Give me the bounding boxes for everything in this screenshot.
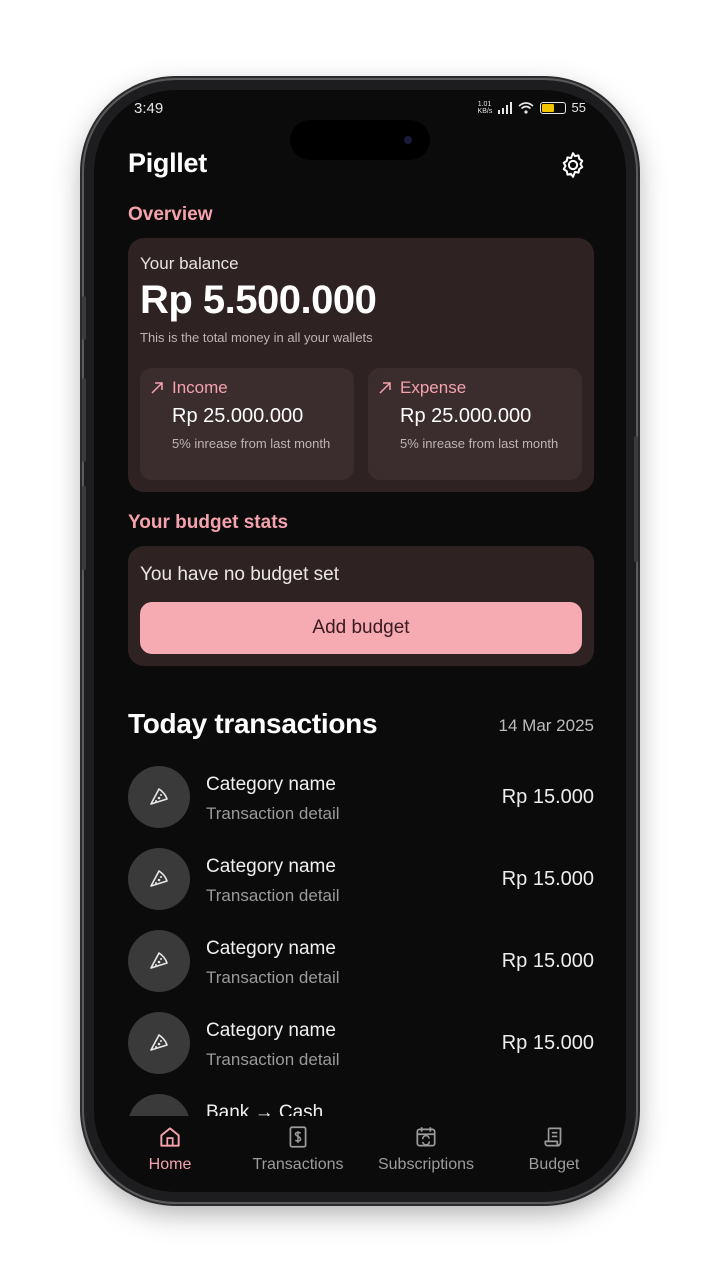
nav-label-budget: Budget (528, 1156, 580, 1173)
arrow-up-right-icon (379, 382, 391, 394)
balance-value: Rp 5.500.000 (140, 278, 377, 322)
transaction-amount: Rp 15.000 (501, 786, 594, 808)
app-screen: 3:49 1.01 KB/s 55 Pigllet Overview Your … (94, 90, 626, 1192)
income-note: 5% inrease from last month (172, 436, 331, 451)
transaction-list[interactable]: Category name Transaction detail Rp 15.0… (94, 766, 626, 1116)
transaction-row[interactable]: Bank → Cash (128, 1094, 594, 1116)
transaction-category: Category name (206, 856, 336, 877)
budget-card: You have no budget set Add budget (128, 546, 594, 666)
nav-label-subscriptions: Subscriptions (377, 1156, 475, 1173)
nav-label-transactions: Transactions (252, 1156, 344, 1173)
expense-note: 5% inrease from last month (400, 436, 559, 451)
expense-value: Rp 25.000.000 (400, 405, 532, 427)
receipt-dollar-icon (289, 1126, 307, 1148)
income-label: Income (172, 378, 228, 397)
gear-icon[interactable] (558, 150, 588, 180)
pizza-icon (150, 1034, 168, 1051)
signal-icon (497, 101, 512, 114)
nav-budget[interactable]: Budget (488, 1124, 620, 1174)
expense-label: Expense (400, 378, 467, 397)
transaction-row[interactable]: Category name Transaction detail Rp 15.0… (128, 766, 594, 830)
status-time: 3:49 (134, 100, 164, 117)
today-date: 14 Mar 2025 (498, 716, 594, 735)
nav-transactions[interactable]: Transactions (232, 1124, 364, 1174)
network-speed: 1.01 KB/s (477, 100, 493, 115)
transaction-amount: Rp 15.000 (501, 1032, 594, 1054)
status-indicators: 1.01 KB/s 55 (478, 100, 586, 115)
scroll-icon (544, 1127, 562, 1147)
home-icon (160, 1127, 180, 1147)
income-card[interactable]: Income Rp 25.000.000 5% inrease from las… (140, 368, 354, 480)
expense-card[interactable]: Expense Rp 25.000.000 5% inrease from la… (368, 368, 582, 480)
balance-note: This is the total money in all your wall… (140, 330, 373, 345)
side-button-volume-up (82, 378, 86, 462)
side-button-volume-down (82, 486, 86, 570)
transaction-category: Category name (206, 1020, 336, 1041)
nav-home[interactable]: Home (104, 1124, 236, 1174)
battery-icon (539, 101, 566, 114)
nav-label-home: Home (148, 1156, 192, 1173)
transaction-detail: Transaction detail (206, 1050, 340, 1069)
add-budget-button[interactable]: Add budget (140, 602, 582, 654)
budget-stats-label: Your budget stats (128, 512, 289, 533)
side-button-power (634, 436, 638, 562)
arrow-up-right-icon (151, 382, 163, 394)
balance-card: Your balance Rp 5.500.000 This is the to… (128, 238, 594, 492)
battery-level: 55 (571, 100, 586, 115)
pizza-icon (150, 952, 168, 969)
transaction-row[interactable]: Category name Transaction detail Rp 15.0… (128, 848, 594, 912)
calendar-repeat-icon (416, 1127, 436, 1147)
transaction-category: Bank → Cash (206, 1102, 324, 1116)
income-value: Rp 25.000.000 (172, 405, 304, 427)
wifi-icon (518, 101, 534, 114)
balance-label: Your balance (140, 254, 239, 273)
transaction-category: Category name (206, 774, 336, 795)
side-button-action (82, 296, 86, 340)
pizza-icon (150, 788, 168, 805)
transaction-row[interactable]: Category name Transaction detail Rp 15.0… (128, 930, 594, 994)
overview-label: Overview (128, 204, 213, 225)
transaction-detail: Transaction detail (206, 804, 340, 823)
transaction-category: Category name (206, 938, 336, 959)
app-title: Pigllet (128, 148, 207, 178)
today-transactions-title: Today transactions (128, 708, 378, 739)
transaction-amount: Rp 15.000 (501, 950, 594, 972)
dynamic-island (290, 120, 430, 160)
transaction-amount: Rp 15.000 (501, 868, 594, 890)
transaction-row[interactable]: Category name Transaction detail Rp 15.0… (128, 1012, 594, 1076)
transaction-detail: Transaction detail (206, 886, 340, 905)
nav-subscriptions[interactable]: Subscriptions (360, 1124, 492, 1174)
bottom-navigation: Home Transactions Subscriptions Budget (94, 1116, 626, 1192)
transaction-detail: Transaction detail (206, 968, 340, 987)
pizza-icon (150, 870, 168, 887)
budget-empty-text: You have no budget set (140, 564, 339, 585)
